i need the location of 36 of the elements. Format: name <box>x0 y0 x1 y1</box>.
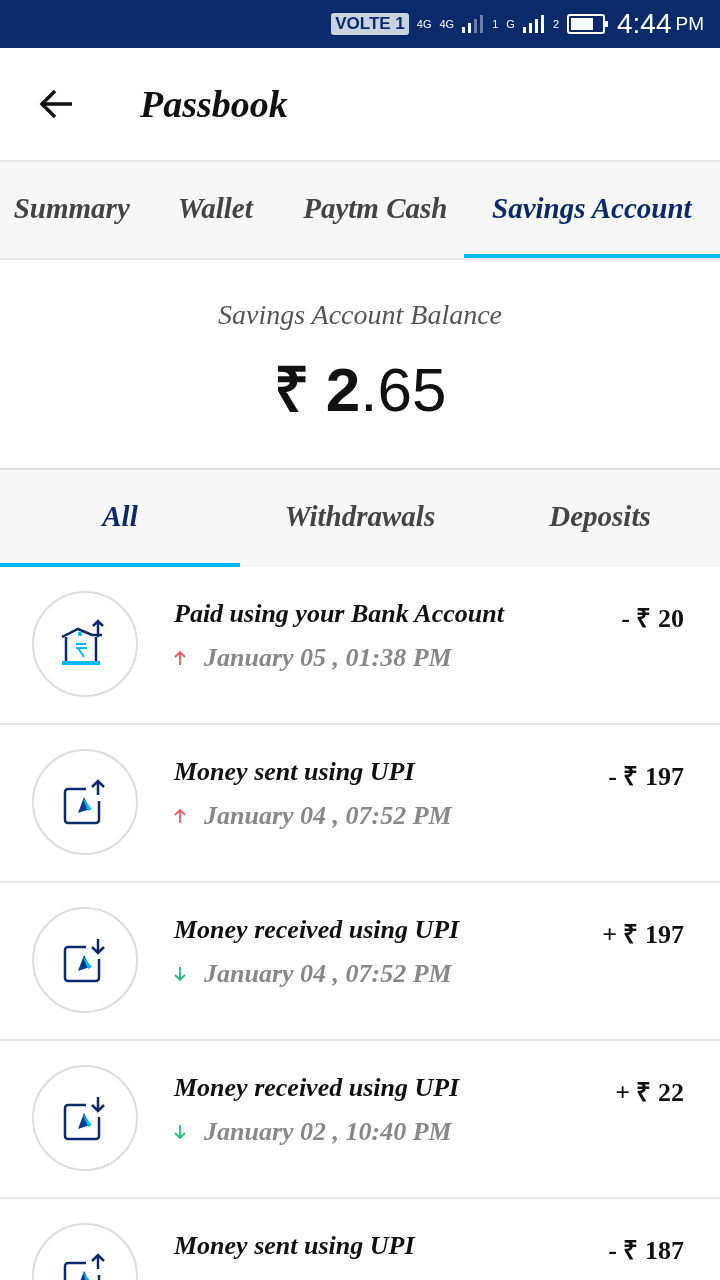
passbook-tab[interactable]: Savings Account <box>463 162 720 258</box>
transaction-title[interactable]: Money received using UPI <box>174 1073 580 1103</box>
filter-tab[interactable]: Withdrawals <box>240 470 480 567</box>
sim-label: 2 <box>552 18 559 30</box>
transaction-amount: - ₹ 187 <box>608 1235 684 1267</box>
transaction-date: January 04 , 07:52 PM <box>204 959 452 989</box>
filter-tab[interactable]: All <box>0 470 240 567</box>
signal-icon <box>522 14 545 34</box>
transaction-title[interactable]: Money received using UPI <box>174 915 567 945</box>
transaction-date: January 04 , 07:52 PM <box>204 801 452 831</box>
sim-label: 1 <box>492 18 499 30</box>
passbook-tab[interactable]: Wallet <box>143 162 287 258</box>
transaction-date: January 05 , 01:38 PM <box>204 643 452 673</box>
page-title: Passbook <box>140 82 288 126</box>
transaction-title[interactable]: Money sent using UPI <box>174 757 573 787</box>
balance-label: Savings Account Balance <box>217 299 503 331</box>
network-label: 4G <box>416 18 432 30</box>
transaction-title[interactable]: Money sent using UPI <box>174 1231 573 1261</box>
clock-time: 4:44 <box>617 8 672 40</box>
network-label: 4G <box>439 18 455 30</box>
passbook-tab[interactable]: Paytm Cash <box>286 162 464 258</box>
transaction-date: January 02 , 10:40 PM <box>204 1117 452 1147</box>
battery-icon <box>567 14 609 34</box>
transaction-amount: - ₹ 20 <box>621 603 684 635</box>
network-label: G <box>506 18 515 30</box>
clock-period: PM <box>675 13 704 35</box>
filter-tab[interactable]: Deposits <box>480 470 720 567</box>
transaction-amount: + ₹ 22 <box>615 1077 684 1109</box>
volte-badge: VOLTE 1 <box>331 13 409 35</box>
transaction-title[interactable]: Paid using your Bank Account <box>174 599 586 629</box>
balance-amount: ₹ 2.65 <box>273 354 447 426</box>
transaction-amount: + ₹ 197 <box>602 919 684 951</box>
back-arrow-icon[interactable] <box>38 88 74 120</box>
transaction-amount: - ₹ 197 <box>608 761 684 793</box>
passbook-tab[interactable]: Summary <box>0 162 144 258</box>
signal-icon <box>462 14 485 34</box>
